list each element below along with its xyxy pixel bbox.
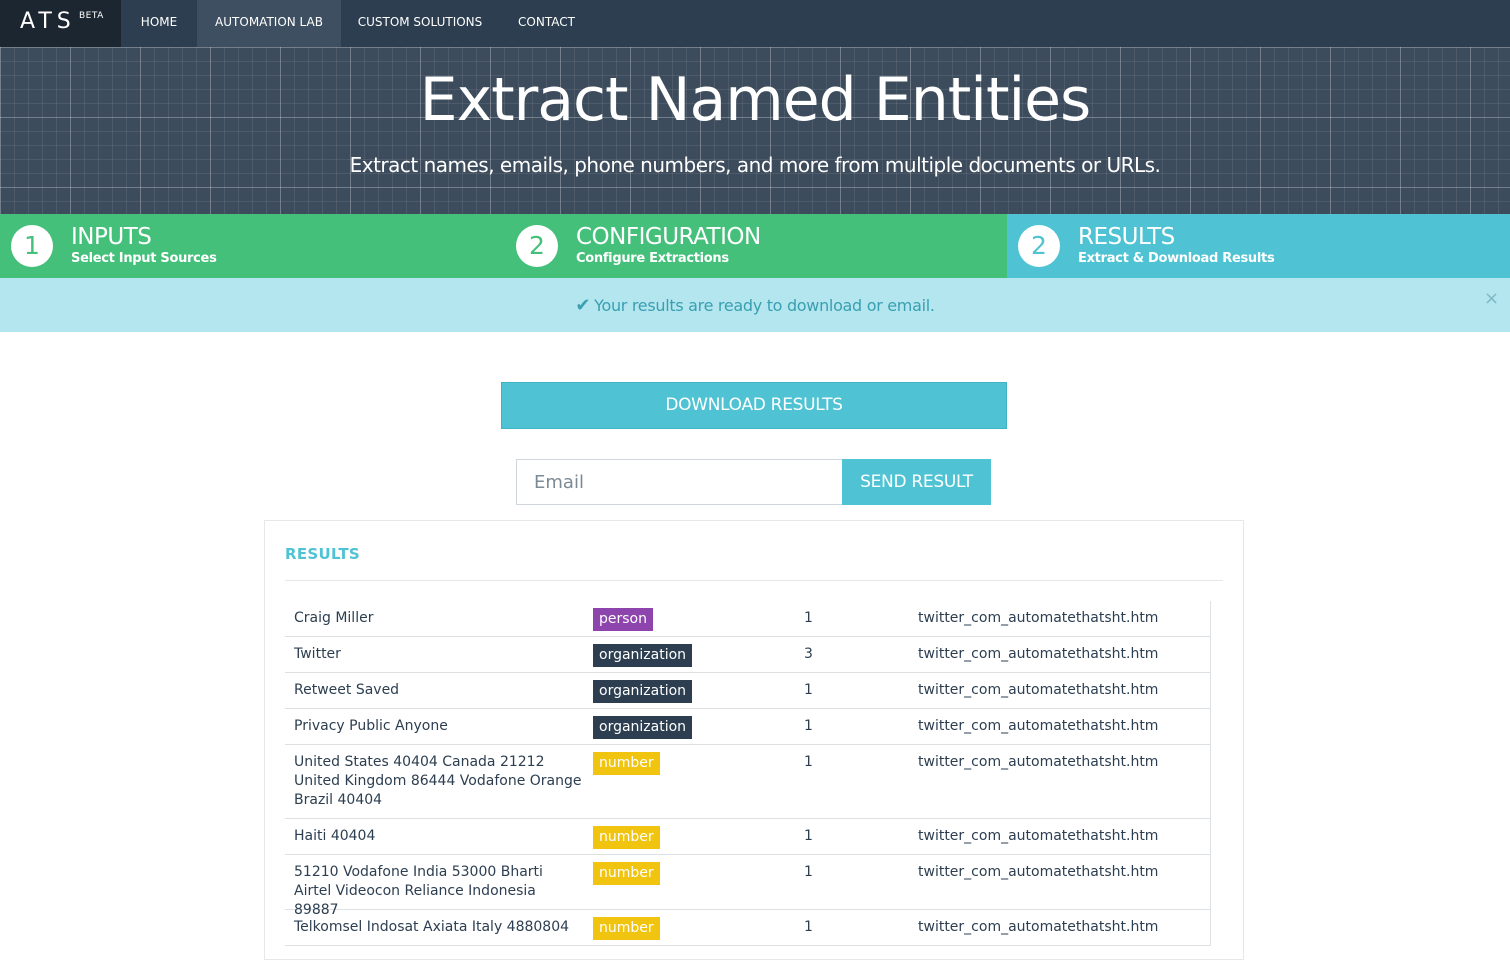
table-row: Twitter organization 3 twitter_com_automate…	[285, 637, 1210, 673]
check-icon: ✔	[575, 295, 591, 316]
table-row: 51210 Vodafone India 53000 Bharti Airtel…	[285, 855, 1210, 918]
top-navbar: ATS BETA HOME AUTOMATION LAB CUSTOM SOLU…	[0, 0, 1510, 47]
entity-source: twitter_com_automatethatsht.htm	[918, 610, 1159, 626]
success-alert: ✔ Your results are ready to download or e…	[0, 278, 1510, 332]
results-title: RESULTS	[285, 545, 360, 563]
email-field[interactable]	[516, 459, 843, 505]
entity-count: 1	[804, 610, 813, 626]
entity-source: twitter_com_automatethatsht.htm	[918, 828, 1159, 844]
step-title: RESULTS	[1078, 224, 1175, 250]
step-title: CONFIGURATION	[576, 224, 761, 250]
close-icon[interactable]: ×	[1484, 288, 1499, 309]
entity-type-badge: number	[593, 862, 660, 885]
entity-type-cell: organization	[593, 716, 693, 739]
table-row: Telkomsel Indosat Axiata Italy 4880804 nu…	[285, 910, 1210, 946]
entity-count: 1	[804, 718, 813, 734]
step-title: INPUTS	[71, 224, 152, 250]
alert-message-wrap: ✔ Your results are ready to download or e…	[0, 295, 1510, 316]
nav-contact[interactable]: CONTACT	[499, 0, 594, 47]
entity-count: 1	[804, 682, 813, 698]
brand-logo[interactable]: ATS BETA	[0, 0, 121, 47]
download-results-button[interactable]: DOWNLOAD RESULTS	[501, 382, 1007, 429]
step-number: 2	[1018, 225, 1060, 267]
entity-type-cell: number	[593, 826, 660, 849]
step-number: 2	[516, 225, 558, 267]
entity-name: Retweet Saved	[294, 682, 400, 698]
entity-type-badge: number	[593, 826, 660, 849]
entity-type-cell: number	[593, 752, 660, 775]
entity-source: twitter_com_automatethatsht.htm	[918, 919, 1159, 935]
entity-count: 1	[804, 828, 813, 844]
entity-source: twitter_com_automatethatsht.htm	[918, 682, 1159, 698]
entity-type-cell: person	[593, 608, 653, 631]
entity-name: United States 40404 Canada 21212 United …	[294, 754, 582, 808]
entity-count: 3	[804, 646, 813, 662]
entity-name: Craig Miller	[294, 610, 374, 626]
results-panel: RESULTS Craig Miller person 1 twitter_com_a…	[264, 520, 1244, 960]
entity-type-badge: number	[593, 917, 660, 940]
table-row: Privacy Public Anyone organization 1 twitte…	[285, 709, 1210, 745]
entity-type-badge: organization	[593, 644, 693, 667]
table-row: Haiti 40404 number 1 twitter_com_automateth…	[285, 819, 1210, 855]
hero-banner: Extract Named Entities Extract names, em…	[0, 47, 1510, 214]
entity-count: 1	[804, 864, 813, 880]
entity-type-badge: organization	[593, 716, 693, 739]
entity-type-badge: organization	[593, 680, 693, 703]
entity-name: Telkomsel Indosat Axiata Italy 4880804	[294, 919, 570, 935]
step-number: 1	[11, 225, 53, 267]
wizard-steps: 1 INPUTS Select Input Sources 2 CONFIGUR…	[0, 214, 1510, 278]
brand-name: ATS	[20, 9, 76, 34]
entity-type-cell: number	[593, 862, 660, 885]
send-result-button[interactable]: SEND RESULT	[842, 459, 991, 505]
step-subtitle: Select Input Sources	[71, 251, 217, 266]
page-subtitle: Extract names, emails, phone numbers, an…	[349, 153, 1161, 177]
step-inputs[interactable]: 1 INPUTS Select Input Sources	[0, 214, 505, 278]
nav-automation-lab[interactable]: AUTOMATION LAB	[197, 0, 341, 47]
entity-type-cell: organization	[593, 644, 693, 667]
entity-source: twitter_com_automatethatsht.htm	[918, 864, 1159, 880]
step-results[interactable]: 2 RESULTS Extract & Download Results	[1007, 214, 1510, 278]
entity-type-badge: person	[593, 608, 653, 631]
beta-label: BETA	[79, 11, 104, 21]
entity-count: 1	[804, 754, 813, 770]
divider	[285, 580, 1223, 581]
table-row: Craig Miller person 1 twitter_com_automatet…	[285, 601, 1210, 637]
nav-home[interactable]: HOME	[121, 0, 197, 47]
step-configuration[interactable]: 2 CONFIGURATION Configure Extractions	[505, 214, 1007, 278]
step-subtitle: Configure Extractions	[576, 251, 729, 266]
results-table: Craig Miller person 1 twitter_com_automatet…	[285, 601, 1211, 946]
entity-type-cell: organization	[593, 680, 693, 703]
entity-source: twitter_com_automatethatsht.htm	[918, 646, 1159, 662]
entity-type-badge: number	[593, 752, 660, 775]
page-title: Extract Named Entities	[419, 65, 1092, 135]
entity-count: 1	[804, 919, 813, 935]
nav-custom-solutions[interactable]: CUSTOM SOLUTIONS	[341, 0, 499, 47]
entity-source: twitter_com_automatethatsht.htm	[918, 754, 1159, 770]
entity-type-cell: number	[593, 917, 660, 940]
entity-name: Privacy Public Anyone	[294, 718, 448, 734]
alert-message: Your results are ready to download or em…	[594, 296, 935, 315]
table-row: United States 40404 Canada 21212 United …	[285, 745, 1210, 819]
entity-source: twitter_com_automatethatsht.htm	[918, 718, 1159, 734]
table-row: Retweet Saved organization 1 twitter_com_au…	[285, 673, 1210, 709]
entity-name: Twitter	[294, 646, 341, 662]
step-subtitle: Extract & Download Results	[1078, 251, 1275, 266]
entity-name: Haiti 40404	[294, 828, 376, 844]
